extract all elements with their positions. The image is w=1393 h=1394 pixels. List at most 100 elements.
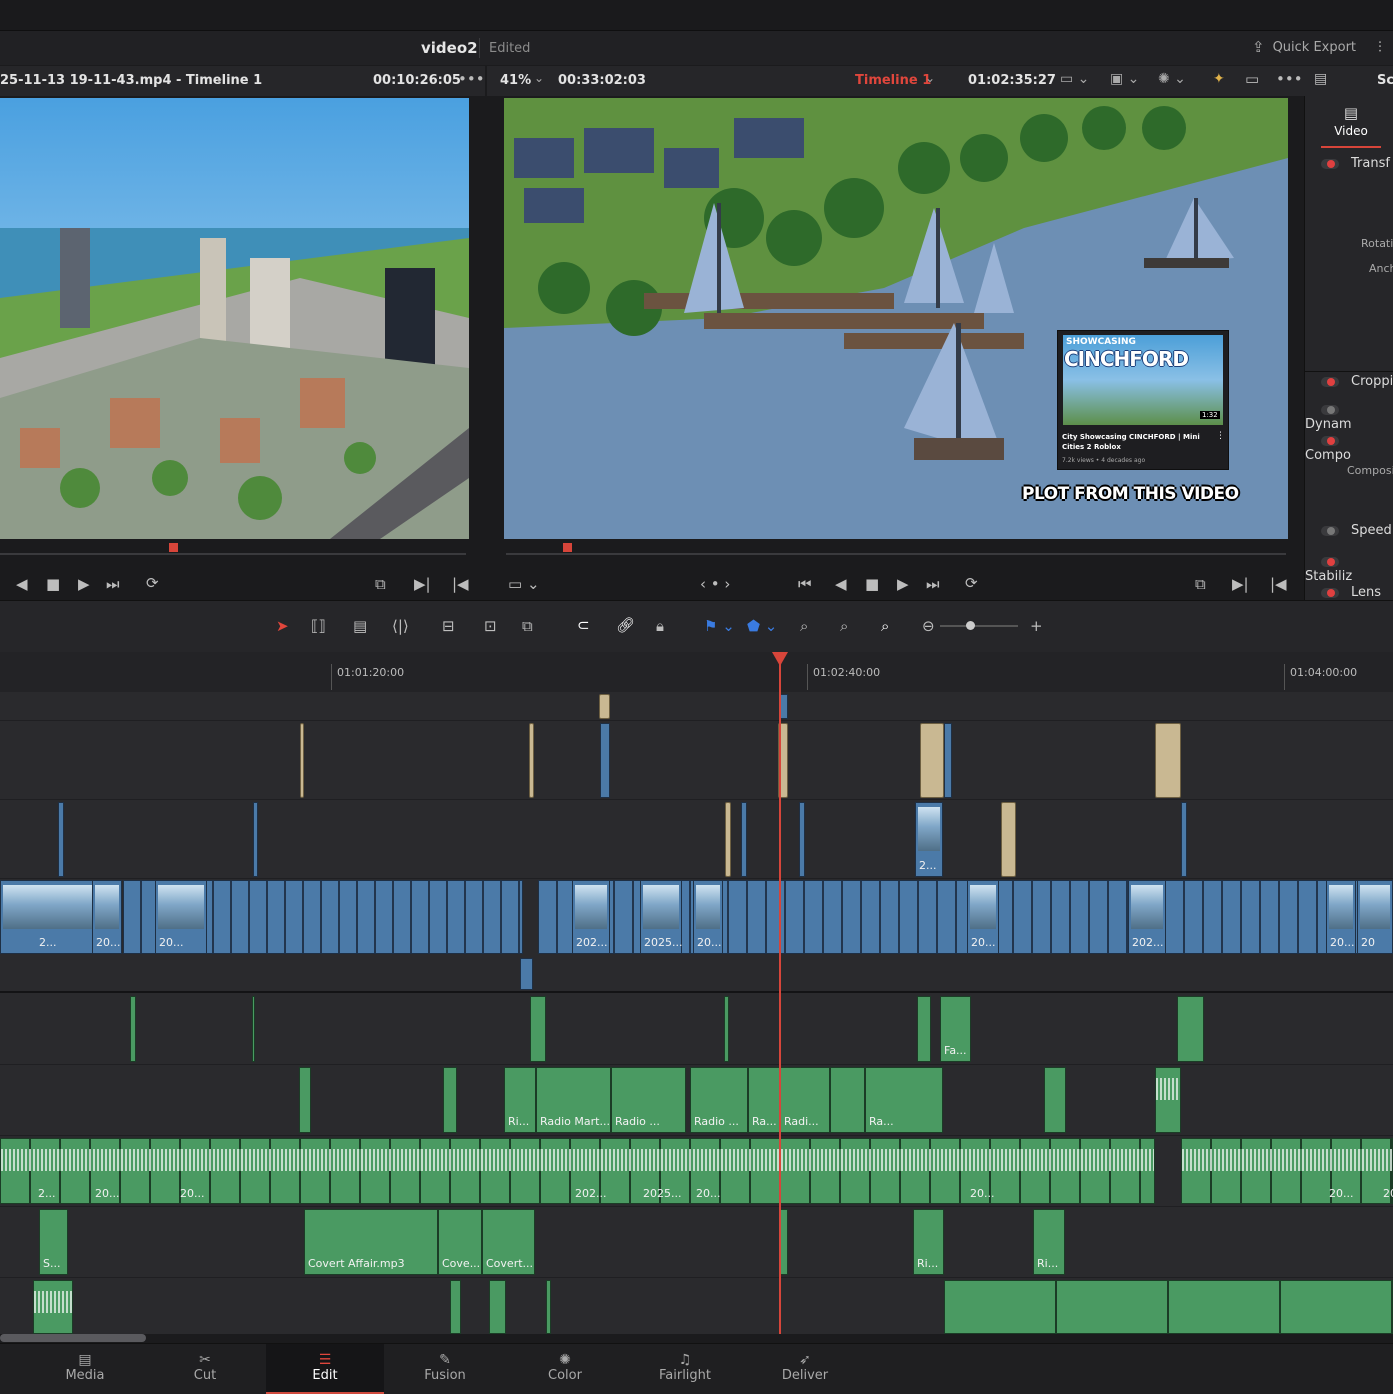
video-clip[interactable]: 2025... bbox=[640, 880, 682, 954]
source-scrubber-track[interactable] bbox=[0, 553, 466, 555]
link-icon[interactable]: 🔗︎ bbox=[616, 616, 635, 634]
zoom-in-icon[interactable]: + bbox=[1030, 617, 1043, 635]
timeline-name[interactable]: Timeline 1 bbox=[855, 73, 931, 88]
card-more-icon[interactable]: ⋮ bbox=[1216, 431, 1225, 441]
zoom-slider-track[interactable] bbox=[940, 625, 1018, 627]
zoom-out-icon[interactable]: ⊖ bbox=[922, 617, 935, 635]
audio-clip[interactable]: Ri... bbox=[913, 1209, 944, 1275]
audio-clip[interactable]: Cove... bbox=[438, 1209, 482, 1275]
quick-export-button[interactable]: ⇪ Quick Export bbox=[1252, 38, 1356, 56]
timeline-scrollbar[interactable] bbox=[0, 1334, 146, 1342]
viewer-mode-icon[interactable]: ▭ bbox=[1245, 70, 1259, 88]
selection-tool-icon[interactable]: ➤ bbox=[276, 617, 289, 635]
audio-clip[interactable] bbox=[944, 1280, 1393, 1334]
chevron-down-icon[interactable]: ⌄ bbox=[925, 71, 935, 85]
overlay-clip[interactable] bbox=[600, 723, 610, 798]
audio-clip[interactable]: Radio ... bbox=[690, 1067, 748, 1133]
insert-clip-icon[interactable]: ⊟ bbox=[442, 617, 455, 635]
timeline-playhead[interactable] bbox=[779, 654, 781, 1334]
title-clip[interactable] bbox=[725, 802, 731, 877]
video-embed-card[interactable]: SHOWCASING CINCHFORD 1:32 City Showcasin… bbox=[1057, 330, 1229, 470]
video-tab[interactable]: ▤ Video bbox=[1321, 104, 1381, 148]
timeline-playhead-marker[interactable] bbox=[563, 543, 572, 552]
toggle-icon[interactable] bbox=[1321, 158, 1339, 169]
transform-icon[interactable]: ✺ ⌄ bbox=[1158, 71, 1186, 87]
source-playhead-marker[interactable] bbox=[169, 543, 178, 552]
stop-icon[interactable]: ■ bbox=[865, 575, 879, 593]
viewer-size-icon[interactable]: ▭ ⌄ bbox=[1060, 71, 1089, 87]
dynamic-trim-icon[interactable]: ▤ bbox=[353, 617, 367, 635]
timeline-viewer-frame[interactable] bbox=[504, 98, 1288, 539]
source-viewer-frame[interactable] bbox=[0, 98, 469, 539]
blade-tool-icon[interactable]: ⟨|⟩ bbox=[392, 617, 409, 635]
mark-in-icon[interactable]: |◀ bbox=[1270, 575, 1287, 593]
audio-clip[interactable] bbox=[530, 996, 546, 1062]
audio-clip[interactable]: Covert... bbox=[482, 1209, 535, 1275]
audio-clip[interactable] bbox=[546, 1280, 551, 1334]
more-options-icon[interactable]: ••• bbox=[458, 70, 485, 88]
section-stabilization[interactable]: Stabiliz bbox=[1305, 554, 1393, 584]
loop-icon[interactable]: ⟳ bbox=[965, 574, 978, 592]
chevron-down-icon[interactable]: ⌄ bbox=[214, 71, 224, 85]
audio-clip[interactable]: Radi... bbox=[780, 1067, 830, 1133]
timeline-scrubber-track[interactable] bbox=[506, 553, 1286, 555]
next-clip-icon[interactable]: ⏭ bbox=[106, 575, 120, 593]
overlay-clip[interactable] bbox=[799, 802, 805, 877]
play-icon[interactable]: ▶ bbox=[897, 575, 909, 593]
title-clip[interactable] bbox=[300, 723, 304, 798]
proxy-icon[interactable]: ▣ ⌄ bbox=[1110, 71, 1139, 87]
jog-icon[interactable]: ‹ • › bbox=[700, 575, 730, 593]
audio-clip[interactable]: Ra... bbox=[865, 1067, 943, 1133]
match-frame-icon[interactable]: ⧉ bbox=[375, 575, 386, 593]
video-clip[interactable]: 202... bbox=[1128, 880, 1166, 954]
toggle-icon[interactable] bbox=[1321, 556, 1339, 567]
overlay-clip[interactable] bbox=[780, 694, 788, 719]
audio-clip[interactable] bbox=[33, 1280, 73, 1334]
section-dynamic-zoom[interactable]: Dynam bbox=[1305, 402, 1393, 432]
overlay-clip[interactable] bbox=[58, 802, 64, 877]
zoom-level[interactable]: 41% bbox=[500, 73, 531, 88]
section-transform[interactable]: Transf bbox=[1305, 156, 1393, 171]
first-frame-icon[interactable]: ⏮ bbox=[798, 575, 812, 593]
mark-out-icon[interactable]: ▶| bbox=[1232, 575, 1249, 593]
mark-out-icon[interactable]: ▶| bbox=[414, 575, 431, 593]
flag-icon[interactable]: ⚑ ⌄ bbox=[704, 617, 735, 635]
replace-clip-icon[interactable]: ⧉ bbox=[522, 617, 533, 635]
nav-deliver[interactable]: ➶ Deliver bbox=[746, 1344, 864, 1394]
more-options-icon[interactable]: ••• bbox=[1276, 70, 1303, 88]
section-cropping[interactable]: Croppi bbox=[1305, 371, 1393, 389]
last-frame-icon[interactable]: ⏭ bbox=[926, 575, 940, 593]
mark-in-icon[interactable]: |◀ bbox=[452, 575, 469, 593]
chevron-down-icon[interactable]: ⌄ bbox=[534, 71, 544, 85]
audio-clip[interactable]: Radio ... bbox=[611, 1067, 686, 1133]
section-speed[interactable]: Speed bbox=[1305, 523, 1393, 538]
overlay-clip[interactable] bbox=[944, 723, 952, 798]
trim-tool-icon[interactable]: ⟦⟧ bbox=[311, 617, 326, 635]
toggle-icon[interactable] bbox=[1321, 587, 1339, 598]
zoom-custom-icon[interactable]: ⌕ bbox=[881, 617, 889, 635]
play-reverse-icon[interactable]: ◀ bbox=[835, 575, 847, 593]
audio-clip[interactable] bbox=[1177, 996, 1204, 1062]
video-clip[interactable]: 20... bbox=[967, 880, 999, 954]
audio-clip[interactable]: S... bbox=[39, 1209, 68, 1275]
match-frame-icon[interactable]: ⧉ bbox=[1195, 575, 1206, 593]
audio-clip[interactable] bbox=[830, 1067, 865, 1133]
audio-clip[interactable]: Fa... bbox=[940, 996, 971, 1062]
marker-icon[interactable]: ⬟ ⌄ bbox=[747, 617, 777, 635]
title-clip[interactable] bbox=[599, 694, 610, 719]
title-clip[interactable] bbox=[920, 723, 944, 798]
audio-clip[interactable] bbox=[1044, 1067, 1066, 1133]
overwrite-clip-icon[interactable]: ⊡ bbox=[484, 617, 497, 635]
audio-clip[interactable] bbox=[489, 1280, 506, 1334]
settings-sliders-icon[interactable]: ⫶ bbox=[1378, 38, 1382, 56]
video-clip[interactable]: 20... bbox=[1326, 880, 1356, 954]
lock-icon[interactable]: 🔒︎ bbox=[656, 617, 664, 635]
title-clip[interactable] bbox=[529, 723, 534, 798]
zoom-slider-handle[interactable] bbox=[966, 621, 975, 630]
zoom-detail-icon[interactable]: ⌕ bbox=[840, 617, 848, 635]
toggle-icon[interactable] bbox=[1321, 404, 1339, 415]
stop-icon[interactable]: ■ bbox=[46, 575, 60, 593]
audio-clip[interactable]: Radio Mart... bbox=[536, 1067, 611, 1133]
play-reverse-icon[interactable]: ◀ bbox=[16, 575, 28, 593]
video-clip[interactable] bbox=[520, 958, 533, 990]
